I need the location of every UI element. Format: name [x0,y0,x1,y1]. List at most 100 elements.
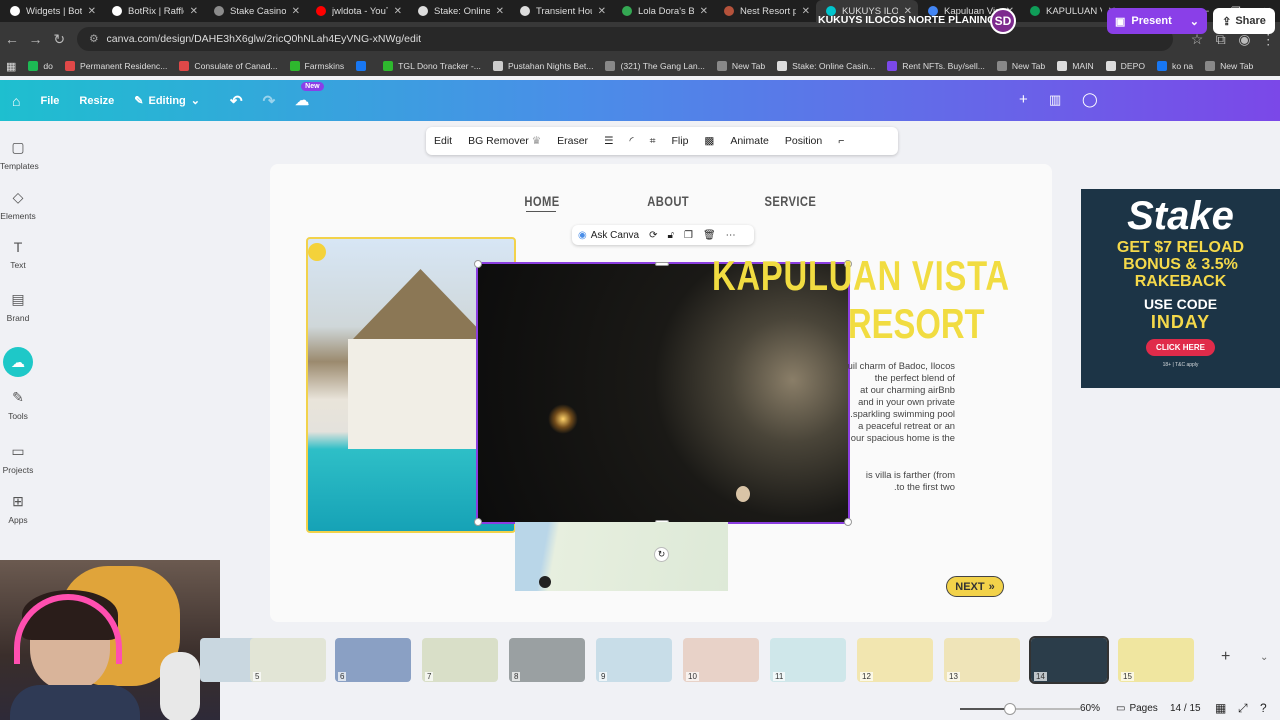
bookmark-item[interactable]: Pustahan Nights Bet... [487,61,600,71]
help-icon[interactable]: ? [1260,701,1267,715]
transparency-button[interactable]: ▩ [696,135,722,147]
page-thumbnail[interactable]: 11 [770,638,846,682]
add-page-icon[interactable]: + [1221,648,1230,666]
sidebar-item-projects[interactable]: ▭ Projects [0,443,36,475]
browser-tab[interactable]: Stake: Online C ✕ [408,0,510,22]
sidebar-item-uploads[interactable]: ☁ [0,347,36,381]
tab-close-icon[interactable]: ✕ [190,6,198,17]
page-thumbnail[interactable]: 9 [596,638,672,682]
bookmark-item[interactable]: Rent NFTs. Buy/sell... [881,61,991,71]
redo-icon[interactable]: ↷ [253,92,286,110]
bookmark-item[interactable]: Farmskins [284,61,351,71]
tab-close-icon[interactable]: ✕ [802,6,810,17]
forward-icon[interactable]: → [24,31,48,47]
flip-button[interactable]: Flip [663,135,696,147]
resize-handle-tl[interactable] [474,260,482,268]
bookmark-item[interactable]: New Tab [1199,61,1259,71]
eraser-button[interactable]: Eraser [549,135,596,147]
home-icon[interactable]: ⌂ [0,93,30,109]
browser-tab[interactable]: Widgets | BotR ✕ [0,0,102,22]
tab-close-icon[interactable]: ✕ [394,6,402,17]
delete-icon[interactable]: 🗑︎ [703,230,716,241]
page-thumbnail[interactable]: 7 [422,638,498,682]
crop-button[interactable]: ⌗ [642,135,664,148]
resize-handle-br[interactable] [844,518,852,526]
design-title[interactable]: KUKUYS ILOCOS NORTE PLANING [818,14,995,26]
animate-button[interactable]: Animate [722,135,777,147]
resize-button[interactable]: Resize [69,95,124,107]
apps-grid-icon[interactable]: ▦ [0,60,22,73]
bookmark-item[interactable]: New Tab [991,61,1051,71]
restaurant-night-photo[interactable] [476,262,850,524]
sidebar-item-elements[interactable]: ◇ Elements [0,189,36,221]
sidebar-item-apps[interactable]: ⊞ Apps [0,493,36,525]
page-thumbnail[interactable]: 8 [509,638,585,682]
bookmark-item[interactable] [350,61,377,71]
page-thumbnail[interactable]: 6 [335,638,411,682]
lock-icon[interactable]: 🔓︎ [667,230,673,241]
page-thumbnail[interactable]: 15 [1118,638,1194,682]
page-thumbnail[interactable]: 5 [250,638,326,682]
resize-handle-top[interactable] [655,262,669,266]
stake-ad[interactable]: Stake GET $7 RELOAD BONUS & 3.5% RAKEBAC… [1081,189,1280,388]
avatar[interactable]: SD [990,8,1016,34]
browser-tab[interactable]: Nest Resort ph ✕ [714,0,816,22]
file-menu[interactable]: File [30,95,69,107]
browser-tab[interactable]: BotRix | Raffles ✕ [102,0,204,22]
next-button[interactable]: NEXT » [946,576,1004,597]
fullscreen-icon[interactable]: ⤢ [1238,701,1248,716]
edit-button[interactable]: Edit [426,135,460,147]
grid-view-icon[interactable]: ▦ [1215,701,1226,715]
share-button[interactable]: ⇪ Share [1213,8,1275,34]
browser-tab[interactable]: jwldota - YouT ✕ [306,0,408,22]
tab-close-icon[interactable]: ✕ [496,6,504,17]
undo-icon[interactable]: ↶ [220,92,253,110]
tab-close-icon[interactable]: ✕ [88,6,96,17]
pages-button[interactable]: ▭ Pages [1116,703,1158,714]
page-thumbnail[interactable]: 14 [1029,636,1109,684]
bookmark-item[interactable]: Permanent Residenc... [59,61,173,71]
strip-collapse-icon[interactable]: ⌄ [1260,652,1268,663]
page-thumbnail[interactable]: 12 [857,638,933,682]
bookmark-item[interactable]: New Tab [711,61,771,71]
zoom-level[interactable]: 60% [1080,703,1100,714]
duplicate-icon[interactable]: ❐ [684,230,693,241]
bg-remover-button[interactable]: BG Remover ♛ [460,135,549,147]
copy-style-button[interactable]: ⌐ [830,135,852,147]
border-style-button[interactable]: ☰ [596,135,621,147]
bookmark-item[interactable]: MAIN [1051,61,1099,71]
browser-tab[interactable]: Lola Dora's Be ✕ [612,0,714,22]
bookmark-item[interactable]: DEPO [1100,61,1151,71]
reload-icon[interactable]: ↻ [47,31,71,48]
comments-icon[interactable]: ◯ [1082,91,1098,108]
bookmark-item[interactable]: TGL Dono Tracker -... [377,61,487,71]
corner-rounding-button[interactable]: ◜ [621,135,641,147]
add-collaborator-icon[interactable]: + [1019,91,1028,108]
tab-close-icon[interactable]: ✕ [598,6,606,17]
site-info-icon[interactable]: ⚙ [89,33,98,45]
tab-close-icon[interactable]: ✕ [700,6,708,17]
cloud-save-icon[interactable]: ☁ New [285,82,324,109]
ad-cta-button[interactable]: CLICK HERE [1146,339,1215,356]
bookmark-item[interactable]: (321) The Gang Lan... [599,61,710,71]
back-icon[interactable]: ← [0,31,24,47]
sidebar-item-brand[interactable]: ▤ Brand [0,291,36,323]
sidebar-item-templates[interactable]: ▢ Templates [0,139,39,171]
rotate-icon[interactable]: ↻ [654,547,669,562]
regenerate-icon[interactable]: ⟳ [649,230,657,241]
browser-tab[interactable]: Stake Casino P ✕ [204,0,306,22]
browser-tab[interactable]: Transient Hous ✕ [510,0,612,22]
zoom-slider-thumb[interactable] [1004,703,1016,715]
tab-close-icon[interactable]: ✕ [292,6,300,17]
bookmark-item[interactable]: Stake: Online Casin... [771,61,881,71]
position-button[interactable]: Position [777,135,830,147]
ask-canva-button[interactable]: ◉ Ask Canva [578,230,639,241]
present-button[interactable]: ▣ Present ⌄ [1107,8,1207,34]
sidebar-item-text[interactable]: T Text [0,239,36,270]
zoom-slider[interactable] [960,703,1080,715]
sidebar-item-tools[interactable]: ✎ Tools [0,389,36,421]
more-icon[interactable]: ⋯ [726,230,736,241]
insights-icon[interactable]: ▥ [1049,92,1061,108]
bookmark-item[interactable]: Consulate of Canad... [173,61,283,71]
bookmark-item[interactable]: do [22,61,59,71]
